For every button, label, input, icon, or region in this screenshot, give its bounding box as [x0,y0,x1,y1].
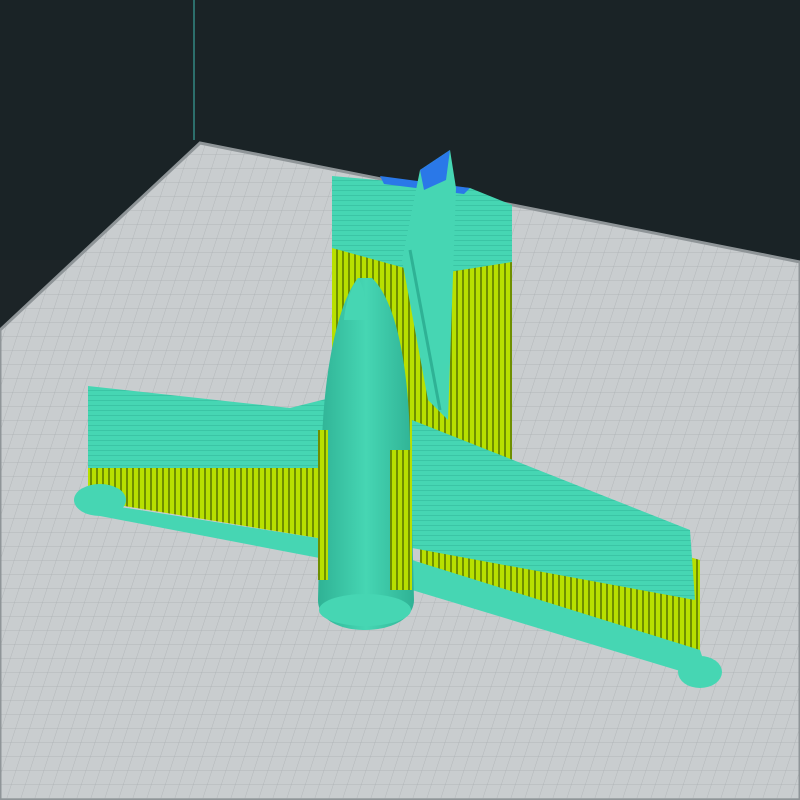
layer-view-scene[interactable] [0,0,800,800]
3d-viewport[interactable]: layer-view [0,0,800,800]
